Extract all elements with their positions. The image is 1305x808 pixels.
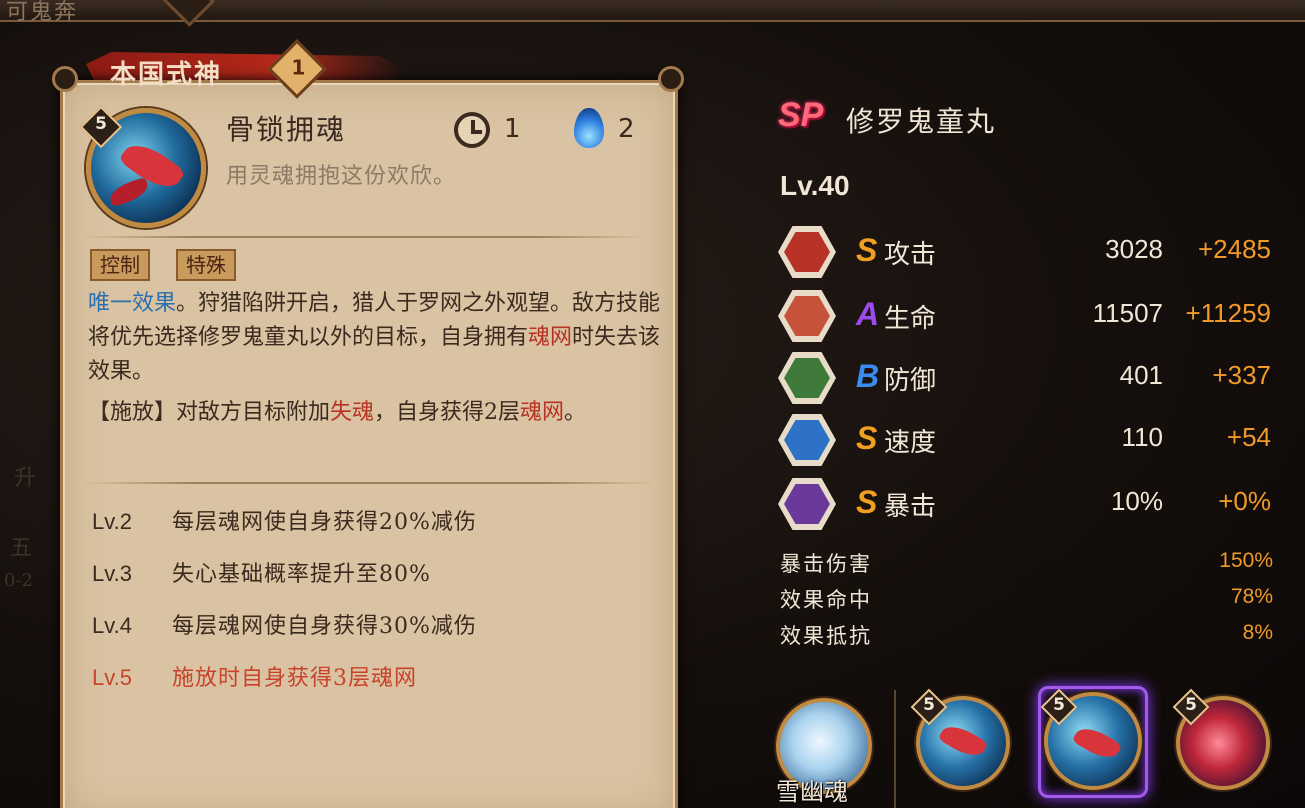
defense-icon <box>778 352 836 404</box>
stat-grade: B <box>856 358 880 394</box>
skill-level-value: 5 <box>1053 695 1065 715</box>
skill-cast-description: 【施放】对敌方目标附加失魂，自身获得2层魂网。 <box>88 400 587 425</box>
level-upgrade-row: Lv.3 失心基础概率提升至80% <box>92 561 431 587</box>
stat-base-value: 11507 <box>1092 298 1163 328</box>
stat-base-value: 110 <box>1121 422 1163 452</box>
health-icon <box>778 290 836 342</box>
top-title: 可鬼奔 <box>6 0 79 25</box>
cooldown-value: 1 <box>504 114 521 144</box>
panel-corner-ornament <box>658 66 684 92</box>
sub-stat-label: 效果命中 <box>780 588 872 612</box>
stat-base-value: 3028 <box>1105 234 1163 264</box>
stat-bonus-value: +337 <box>1212 360 1271 390</box>
onibi-cost-icon <box>574 108 604 148</box>
skill-tag: 控制 <box>90 249 150 281</box>
character-name: 修罗鬼童丸 <box>846 105 997 138</box>
stat-grade: S <box>856 484 878 520</box>
attack-icon <box>778 226 836 278</box>
stat-base-value: 10% <box>1110 486 1163 516</box>
stat-grade: S <box>856 232 878 268</box>
stat-base-value: 401 <box>1119 360 1163 390</box>
sub-stat-value: 150% <box>1219 549 1273 572</box>
stat-bonus-value: +2485 <box>1197 234 1271 264</box>
skill-level-value: 5 <box>95 114 107 134</box>
speed-icon <box>778 414 836 466</box>
divider <box>84 482 654 484</box>
crit-icon <box>778 478 836 530</box>
stat-bonus-value: +11259 <box>1185 298 1271 328</box>
stat-label: 速度 <box>884 428 937 458</box>
rarity-badge: SP <box>778 96 824 134</box>
stat-label: 暴击 <box>884 492 937 522</box>
skill-tag: 特殊 <box>176 249 236 281</box>
level-upgrade-row-highlighted: Lv.5 施放时自身获得3层魂网 <box>92 665 417 691</box>
sub-stat-value: 78% <box>1230 585 1273 608</box>
character-level: Lv.40 <box>780 170 850 201</box>
stat-bonus-value: +54 <box>1226 422 1271 452</box>
stat-bonus-value: +0% <box>1218 486 1271 516</box>
skill-level-value: 5 <box>923 695 935 715</box>
skill-description: 唯一效果。狩猎陷阱开启，猎人于罗网之外观望。敌方技能将优先选择修罗鬼童丸以外的目… <box>88 291 661 384</box>
stat-grade: S <box>856 420 878 456</box>
panel-corner-ornament <box>52 66 78 92</box>
background-text: 五 <box>10 536 33 561</box>
divider <box>894 690 896 808</box>
level-upgrade-row: Lv.2 每层魂网使自身获得20%减伤 <box>92 509 477 535</box>
skill-subtitle: 用灵魂拥抱这份欢欣。 <box>226 164 457 189</box>
sub-stat-value: 8% <box>1242 621 1273 644</box>
cooldown-icon <box>454 112 490 148</box>
background-text: 升 <box>14 466 37 491</box>
top-tab-ornament <box>161 0 215 27</box>
stat-grade: A <box>856 296 880 332</box>
stat-label: 生命 <box>884 304 937 334</box>
cost-value: 2 <box>618 114 635 144</box>
panel-title: 本国式神 <box>110 60 223 90</box>
level-upgrade-row: Lv.4 每层魂网使自身获得30%减伤 <box>92 613 477 639</box>
divider <box>84 236 644 238</box>
background-text: 0-2 <box>4 570 33 591</box>
skill-name: 骨锁拥魂 <box>226 113 347 146</box>
skill-level-value: 5 <box>1185 695 1197 715</box>
sub-stat-label: 效果抵抗 <box>780 624 872 648</box>
top-bar: 可鬼奔 <box>0 0 1305 27</box>
stat-label: 防御 <box>884 366 937 396</box>
soul-set-label: 雪幽魂 <box>776 778 848 806</box>
stat-label: 攻击 <box>884 240 937 270</box>
sub-stat-label: 暴击伤害 <box>780 552 872 576</box>
